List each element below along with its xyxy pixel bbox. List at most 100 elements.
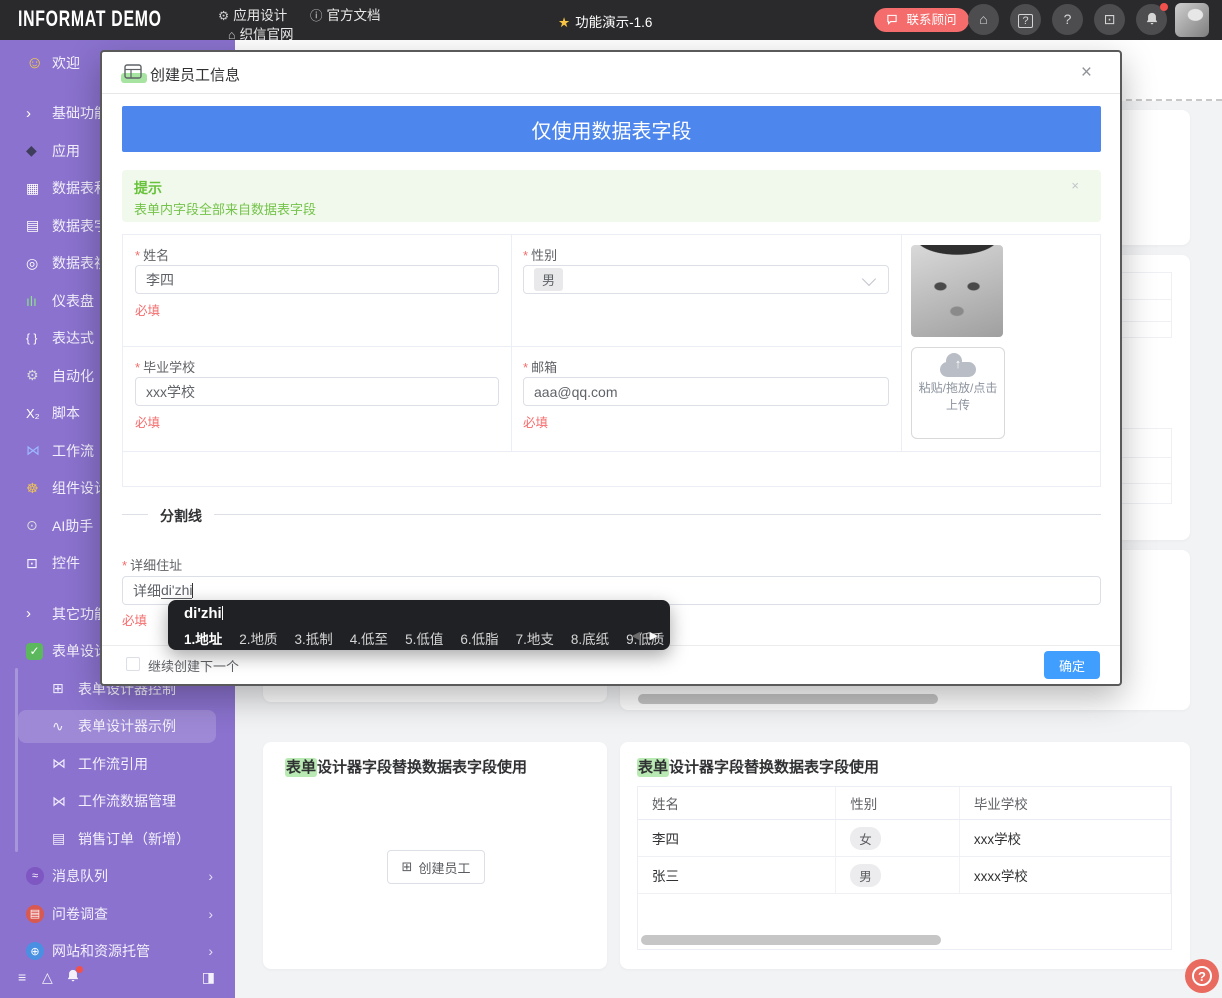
- modal-footer: 继续创建下一个 确定: [102, 645, 1120, 684]
- home-button[interactable]: ⌂: [968, 4, 999, 35]
- dashboard-icon: ılı: [26, 293, 52, 309]
- widget-icon: ⊡: [26, 555, 52, 572]
- user-avatar[interactable]: [1175, 3, 1209, 37]
- nav-official-docs[interactable]: ⓘ官方文档: [310, 4, 381, 24]
- sidebar-item-label: 工作流引用: [78, 754, 148, 774]
- gender-select[interactable]: 男: [523, 265, 889, 294]
- required-hint: 必填: [523, 412, 548, 431]
- upload-cloud-icon: [940, 362, 976, 377]
- ime-candidate[interactable]: 3.抵制: [295, 632, 333, 647]
- divider-label: 分割线: [160, 506, 202, 526]
- card-title: 表单设计器字段替换数据表字段使用: [285, 756, 527, 777]
- create-employee-modal: 创建员工信息 × 仅使用数据表字段 提示 表单内字段全部来自数据表字段 × *姓…: [100, 50, 1122, 686]
- school-input[interactable]: xxx学校: [135, 377, 499, 406]
- chevron-right-icon: ›: [208, 868, 213, 884]
- table-cell-school: xxx学校: [960, 820, 1171, 856]
- alert-close-icon[interactable]: ×: [1071, 178, 1079, 193]
- continue-create-checkbox[interactable]: [126, 657, 140, 671]
- tip-alert: 提示 表单内字段全部来自数据表字段 ×: [122, 170, 1101, 222]
- email-input[interactable]: aaa@qq.com: [523, 377, 889, 406]
- ime-candidate[interactable]: 7.地支: [516, 632, 554, 647]
- required-hint: 必填: [135, 300, 160, 319]
- alert-title: 提示: [134, 178, 162, 198]
- ime-candidate[interactable]: 8.底纸: [571, 632, 609, 647]
- ime-candidates[interactable]: 1.地址2.地质3.抵制4.低至5.低值6.低脂7.地支8.底纸9.低质: [184, 628, 681, 648]
- create-employee-button[interactable]: ⊞ 创建员工: [387, 850, 485, 884]
- star-icon: ★: [558, 15, 570, 30]
- sidebar-item-label: 自动化: [52, 366, 94, 386]
- chevron-right-icon: ›: [208, 906, 213, 922]
- table-row[interactable]: 张三男xxxx学校: [638, 857, 1171, 894]
- bell-icon[interactable]: [66, 969, 80, 986]
- employee-table: 姓名性别毕业学校 李四女xxx学校张三男xxxx学校: [637, 786, 1172, 950]
- ime-candidate[interactable]: 2.地质: [239, 632, 277, 647]
- menu-collapse-icon[interactable]: ≡: [18, 969, 26, 985]
- upload-dropzone[interactable]: 粘贴/拖放/点击 上传: [911, 347, 1005, 439]
- contact-advisor-button[interactable]: 联系顾问: [874, 8, 969, 32]
- sidebar-item-问卷调查[interactable]: ▤问卷调查›: [0, 895, 235, 933]
- sidebar-item-表单设计器示例[interactable]: ∿表单设计器示例: [0, 708, 235, 746]
- sub-hierarchy-icon: ⊞: [52, 680, 78, 697]
- sidebar-bottom-bar: ≡ △ ◨: [0, 963, 235, 995]
- nav-app-design[interactable]: ⚙应用设计: [218, 4, 287, 24]
- assistant-button[interactable]: ⊡: [1094, 4, 1125, 35]
- sidebar-item-label: 消息队列: [52, 866, 108, 886]
- table-header-cell: 性别: [836, 787, 960, 819]
- form-check-icon: ✓: [26, 643, 43, 660]
- table-row[interactable]: 李四女xxx学校: [638, 820, 1171, 857]
- ime-candidate[interactable]: 5.低值: [405, 632, 443, 647]
- continue-create-label: 继续创建下一个: [148, 656, 239, 675]
- horizontal-scrollbar[interactable]: [638, 694, 938, 704]
- table-cell-name: 张三: [638, 857, 836, 893]
- sidebar-item-工作流引用[interactable]: ⋈工作流引用: [0, 745, 235, 783]
- divider-line: [122, 514, 148, 515]
- chat-icon: [886, 13, 898, 27]
- nav-official-site[interactable]: ⌂织信官网: [228, 23, 294, 43]
- divider-line: [214, 514, 1101, 515]
- topbar: INFORMAT DEMO ⚙应用设计 ⓘ官方文档 ⌂织信官网 ★功能演示-1.…: [0, 0, 1222, 40]
- ime-candidate[interactable]: 4.低至: [350, 632, 388, 647]
- chevron-down-icon: [862, 272, 876, 286]
- school-label: *毕业学校: [135, 357, 195, 376]
- close-icon[interactable]: ×: [1081, 63, 1092, 82]
- chevron-icon: ›: [26, 605, 52, 622]
- web-badge-icon: ⊕: [26, 942, 44, 960]
- email-label: *邮箱: [523, 357, 557, 376]
- notifications-button[interactable]: [1136, 4, 1167, 35]
- sidebar-item-label: 网站和资源托管: [52, 941, 150, 961]
- gear-icon: ⚙: [218, 9, 229, 23]
- ime-candidate[interactable]: 6.低脂: [460, 632, 498, 647]
- app-logo: INFORMAT DEMO: [18, 6, 162, 32]
- table-header-cell: 毕业学校: [960, 787, 1171, 819]
- horizontal-scrollbar[interactable]: [641, 935, 941, 945]
- ime-next-icon[interactable]: ▶: [650, 629, 658, 642]
- confirm-button[interactable]: 确定: [1044, 651, 1100, 679]
- table-view-icon: ◎: [26, 255, 52, 272]
- name-input[interactable]: 李四: [135, 265, 499, 294]
- employee-table-card: 表单设计器字段替换数据表字段使用 姓名性别毕业学校 李四女xxx学校张三男xxx…: [620, 742, 1190, 969]
- info-icon: ⓘ: [310, 9, 323, 23]
- notification-dot: [76, 966, 83, 973]
- text-caret: [192, 583, 193, 598]
- feedback-button[interactable]: ?: [1010, 4, 1041, 35]
- ime-composition-inline: di'zhi: [161, 582, 192, 599]
- sidebar-item-消息队列[interactable]: ≈消息队列›: [0, 858, 235, 896]
- panel-toggle-icon[interactable]: ◨: [202, 969, 215, 986]
- ime-candidate-window: di'zhi 1.地址2.地质3.抵制4.低至5.低值6.低脂7.地支8.底纸9…: [168, 600, 670, 650]
- alert-icon[interactable]: △: [42, 969, 53, 986]
- required-hint: 必填: [135, 412, 160, 431]
- sidebar-item-label: AI助手: [52, 516, 93, 536]
- sidebar-item-label: 工作流数据管理: [78, 791, 176, 811]
- table-icon: [124, 64, 142, 84]
- form-banner: 仅使用数据表字段: [122, 106, 1101, 152]
- table-grid-icon: ▦: [26, 180, 52, 197]
- sidebar-item-label: 问卷调查: [52, 904, 108, 924]
- sidebar-item-工作流数据管理[interactable]: ⋈工作流数据管理: [0, 783, 235, 821]
- sidebar-item-label: 销售订单（新增）: [78, 829, 190, 849]
- ime-candidate[interactable]: 1.地址: [184, 632, 222, 647]
- ime-prev-icon[interactable]: ◀: [632, 629, 640, 642]
- gender-pill: 男: [850, 864, 881, 887]
- help-floating-button[interactable]: ?: [1185, 959, 1219, 993]
- sidebar-item-销售订单（新增）[interactable]: ▤销售订单（新增）: [0, 820, 235, 858]
- help-button[interactable]: ?: [1052, 4, 1083, 35]
